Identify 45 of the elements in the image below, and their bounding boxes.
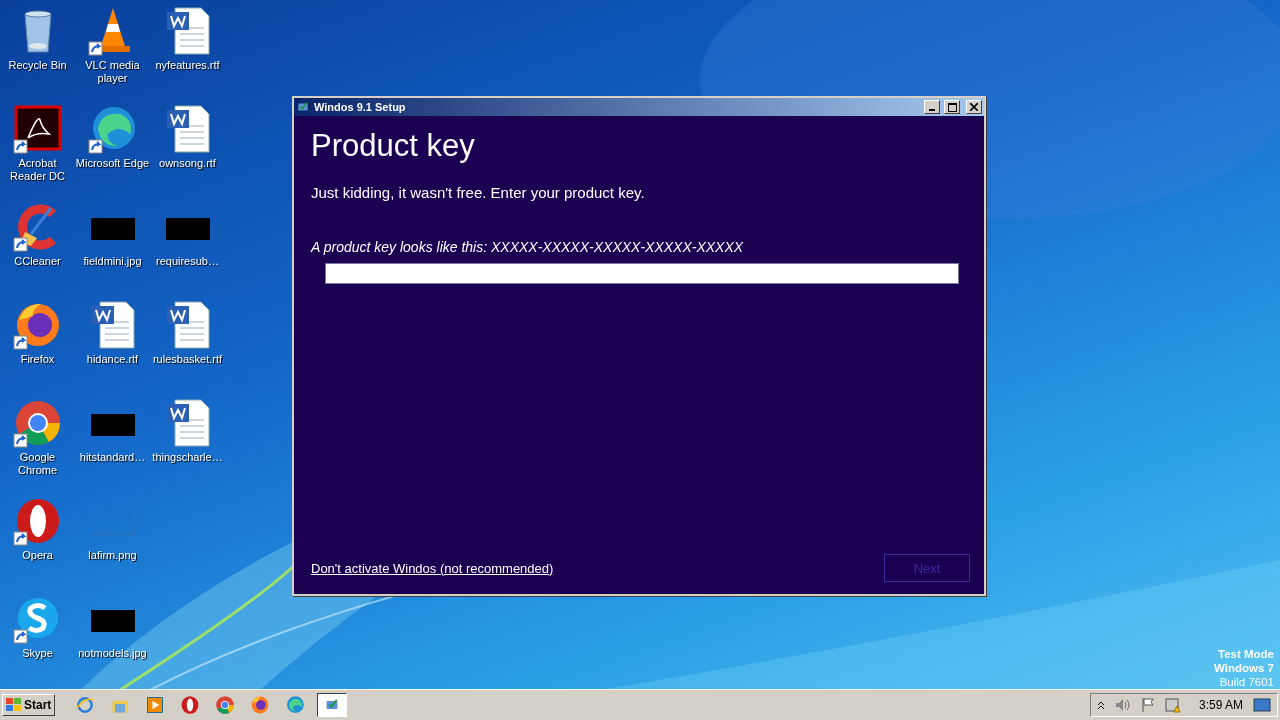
product-key-field[interactable] bbox=[325, 263, 959, 284]
test-mode-notice: Build 7601 bbox=[1219, 675, 1274, 689]
network-warning-icon[interactable] bbox=[1164, 697, 1181, 713]
icon-label: hitstandard… bbox=[79, 451, 146, 464]
window-title: Windos 9.1 Setup bbox=[314, 101, 407, 113]
chrome-icon[interactable] bbox=[12, 398, 63, 448]
icon-label: Google Chrome bbox=[16, 451, 59, 477]
minimize-button[interactable] bbox=[924, 100, 940, 114]
speaker-icon[interactable] bbox=[1114, 698, 1131, 712]
icon-label: fieldmini.jpg bbox=[83, 255, 142, 268]
icon-label: lafirm.png bbox=[88, 549, 137, 562]
test-mode-notice: Test Mode bbox=[1218, 647, 1274, 661]
icon-label: Microsoft Edge bbox=[75, 157, 150, 170]
flag-icon[interactable] bbox=[1140, 697, 1155, 713]
icon-label: Acrobat Reader DC bbox=[9, 157, 66, 183]
close-button[interactable] bbox=[966, 100, 982, 114]
icon-label: Opera bbox=[22, 549, 53, 562]
icon-label: VLC media player bbox=[84, 59, 141, 85]
instruction-text: Just kidding, it wasn't free. Enter your product key. bbox=[311, 184, 646, 201]
taskbar-button[interactable] bbox=[317, 693, 348, 717]
icon-label: CCleaner bbox=[14, 255, 61, 268]
icon-label: notmodels.jpg bbox=[78, 647, 147, 660]
icon-label: rulesbasket.rtf bbox=[152, 353, 223, 366]
format-hint: A product key looks like this: XXXXX-XXXXX-XXXXX-XXXXX-XXXXX bbox=[311, 239, 745, 255]
icon-label: nyfeatures.rtf bbox=[155, 59, 220, 72]
icon-label: ownsong.rtf bbox=[159, 157, 216, 170]
icon-label: requiresub… bbox=[156, 255, 219, 268]
edge-icon[interactable] bbox=[87, 104, 138, 154]
maximize-button[interactable] bbox=[944, 100, 960, 114]
setup-icon bbox=[296, 100, 310, 114]
icon-label: Recycle Bin bbox=[8, 59, 67, 72]
icon-label: hidance.rtf bbox=[86, 353, 139, 366]
acrobat-icon[interactable] bbox=[12, 104, 63, 154]
windows-logo-icon bbox=[6, 698, 22, 712]
skip-activation-link[interactable]: Don't activate Windos (not recommended) bbox=[311, 560, 554, 576]
chevron-icon[interactable] bbox=[1096, 700, 1105, 710]
clock[interactable]: 3:59 AM bbox=[1198, 698, 1243, 712]
close-icon bbox=[970, 103, 978, 111]
icon-label: thingscharle… bbox=[152, 451, 223, 464]
maximize-icon bbox=[947, 102, 957, 112]
page-heading: Product key bbox=[311, 128, 476, 164]
icon-label: Skype bbox=[22, 647, 53, 660]
test-mode-notice: Windows 7 bbox=[1214, 661, 1274, 675]
start-button[interactable]: Start bbox=[2, 694, 56, 716]
icon-label: Firefox bbox=[20, 353, 55, 366]
